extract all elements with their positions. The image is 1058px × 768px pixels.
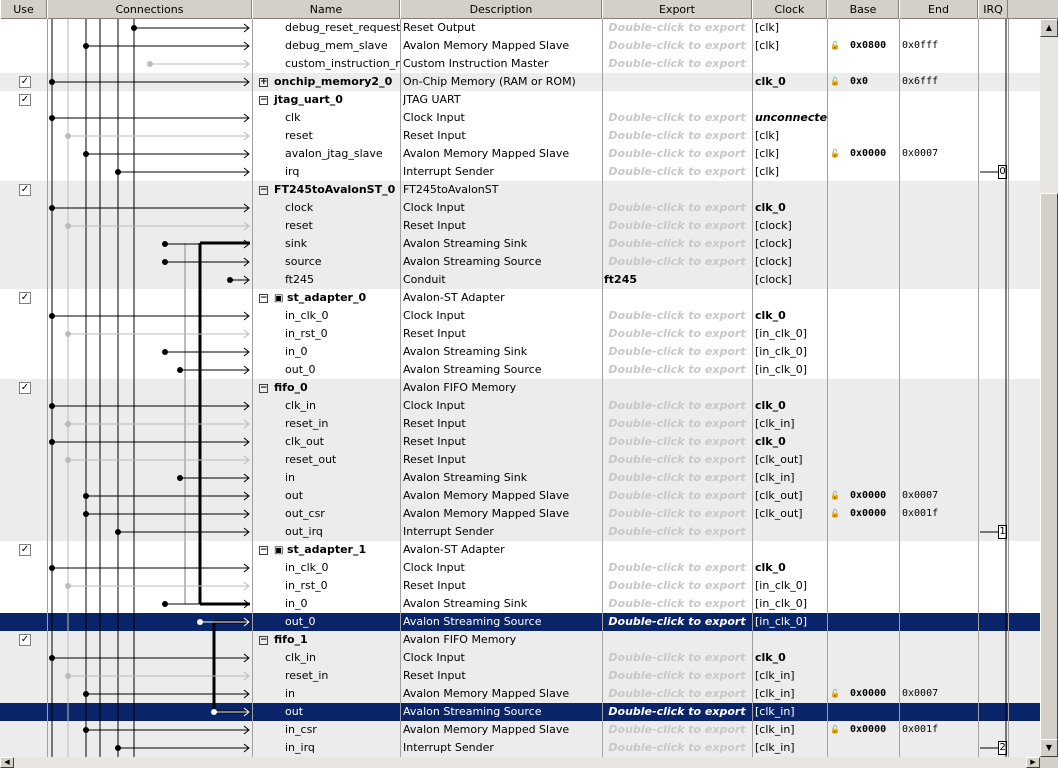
system-contents-table: debug_reset_request Reset Output Double-cl… [0, 19, 1040, 757]
connection-dot[interactable] [49, 205, 55, 211]
connection-dot[interactable] [49, 79, 55, 85]
column-header-name[interactable]: Name [252, 0, 400, 19]
column-header-clock[interactable]: Clock [752, 0, 827, 19]
connection-dot[interactable] [65, 421, 71, 427]
connection-dot[interactable] [177, 367, 183, 373]
vertical-scrollbar[interactable]: ▲ ▼ [1040, 19, 1058, 757]
table-header: Use Connections Name Description Export Clock… [0, 0, 1058, 19]
connection-dot[interactable] [65, 223, 71, 229]
connections-graph[interactable] [0, 19, 1040, 757]
connection-dot[interactable] [49, 439, 55, 445]
horizontal-scrollbar[interactable]: ◀ ▶ [0, 757, 1040, 768]
scroll-thumb[interactable] [1040, 193, 1058, 753]
connection-dot[interactable] [211, 709, 217, 715]
connection-dot[interactable] [49, 403, 55, 409]
scroll-left-icon[interactable]: ◀ [0, 757, 14, 768]
connection-dot[interactable] [49, 115, 55, 121]
connection-dot[interactable] [65, 457, 71, 463]
column-header-end[interactable]: End [899, 0, 978, 19]
column-header-description[interactable]: Description [400, 0, 602, 19]
column-header-connections[interactable]: Connections [47, 0, 252, 19]
connection-dot[interactable] [65, 673, 71, 679]
connection-dot[interactable] [65, 331, 71, 337]
connection-dot[interactable] [227, 277, 233, 283]
connection-dot[interactable] [177, 475, 183, 481]
connection-dot[interactable] [65, 583, 71, 589]
connection-dot[interactable] [197, 619, 203, 625]
column-header-irq[interactable]: IRQ [978, 0, 1008, 19]
column-header-base[interactable]: Base [827, 0, 899, 19]
connection-dot[interactable] [162, 601, 168, 607]
column-header-export[interactable]: Export [602, 0, 752, 19]
column-header-use[interactable]: Use [0, 0, 47, 19]
connection-dot[interactable] [83, 43, 89, 49]
connection-dot[interactable] [49, 655, 55, 661]
connection-dot[interactable] [83, 493, 89, 499]
connection-dot[interactable] [115, 529, 121, 535]
connection-dot[interactable] [49, 313, 55, 319]
connection-dot[interactable] [147, 61, 153, 67]
connection-dot[interactable] [65, 133, 71, 139]
connection-dot[interactable] [49, 565, 55, 571]
connection-dot[interactable] [162, 241, 168, 247]
connection-dot[interactable] [115, 745, 121, 751]
scroll-right-icon[interactable]: ▶ [1026, 757, 1040, 768]
connection-dot[interactable] [83, 691, 89, 697]
connection-dot[interactable] [115, 169, 121, 175]
connection-dot[interactable] [162, 349, 168, 355]
scroll-up-icon[interactable]: ▲ [1040, 19, 1058, 37]
connection-dot[interactable] [83, 727, 89, 733]
connection-dot[interactable] [83, 151, 89, 157]
connection-dot[interactable] [162, 259, 168, 265]
connection-dot[interactable] [83, 511, 89, 517]
scroll-down-icon[interactable]: ▼ [1040, 739, 1058, 757]
connection-dot[interactable] [131, 25, 137, 31]
